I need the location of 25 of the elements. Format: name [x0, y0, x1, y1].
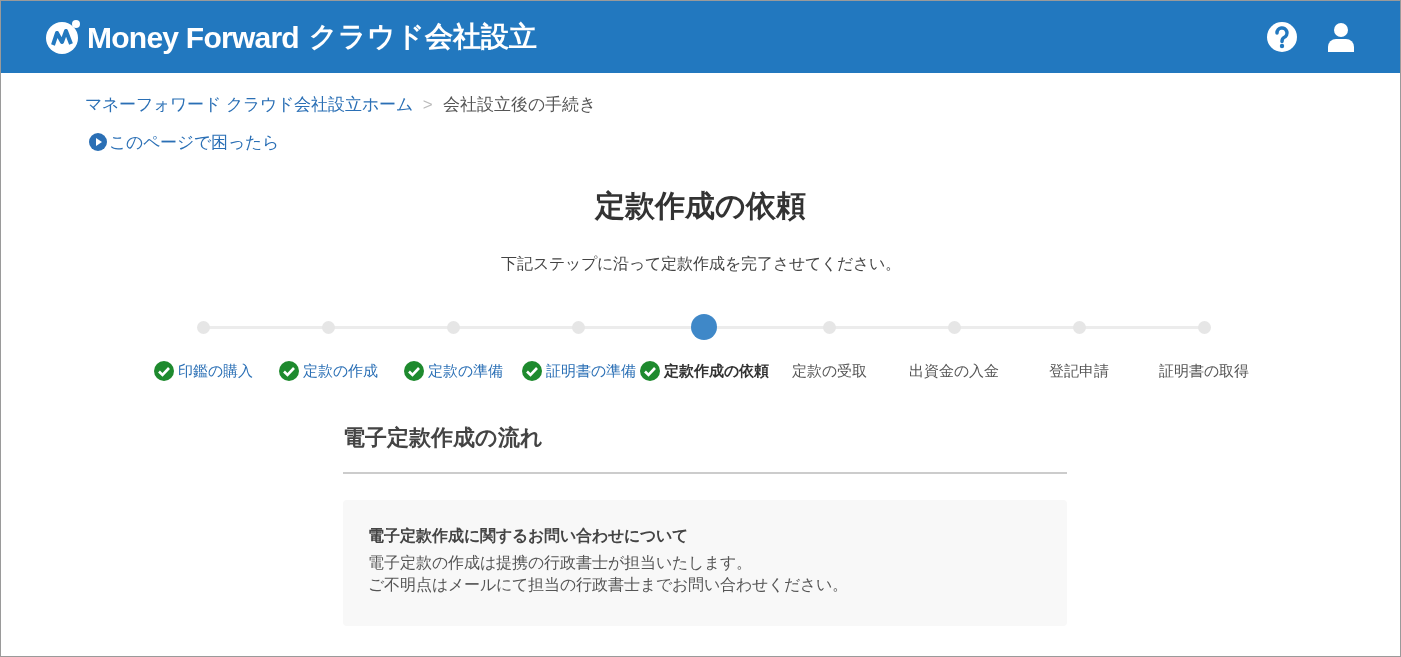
logo-icon: [45, 18, 83, 56]
step-label: 印鑑の購入: [178, 361, 254, 381]
page-title: 定款作成の依頼: [593, 188, 807, 224]
notice-text: ご不明点はメールにて担当の行政書士までお問い合わせください。: [368, 574, 849, 595]
step-label: 定款作成の依頼: [663, 361, 769, 381]
breadcrumb-current: 会社設立後の手続き: [442, 94, 596, 116]
step-label: 定款の受取: [791, 361, 867, 381]
help-link[interactable]: このページで困ったら: [109, 129, 279, 155]
step-label: 定款の作成: [303, 361, 379, 381]
step-label: 出資金の入金: [909, 361, 1000, 381]
brand-logo-text: Money Forward: [87, 19, 299, 56]
step-label: 定款の準備: [428, 361, 504, 381]
step-label: 証明書の準備: [545, 361, 636, 381]
breadcrumb-separator: >: [422, 94, 433, 116]
section-heading: 電子定款作成の流れ: [343, 423, 544, 452]
product-name: クラウド会社設立: [308, 20, 537, 54]
instruction-text: 下記ステップに沿って定款作成を完了させてください。: [499, 254, 902, 274]
step-label: 登記申請: [1049, 361, 1110, 381]
breadcrumb-link[interactable]: マネーフォワード クラウド会社設立ホーム: [85, 92, 413, 118]
notice-text: 電子定款の作成は提携の行政書士が担当いたします。: [368, 552, 753, 573]
user-icon[interactable]: [1326, 22, 1356, 52]
notice-title: 電子定款作成に関するお問い合わせについて: [368, 525, 689, 546]
step-label: 証明書の取得: [1159, 361, 1250, 381]
help-icon[interactable]: [1266, 21, 1298, 53]
play-icon: [89, 133, 107, 152]
